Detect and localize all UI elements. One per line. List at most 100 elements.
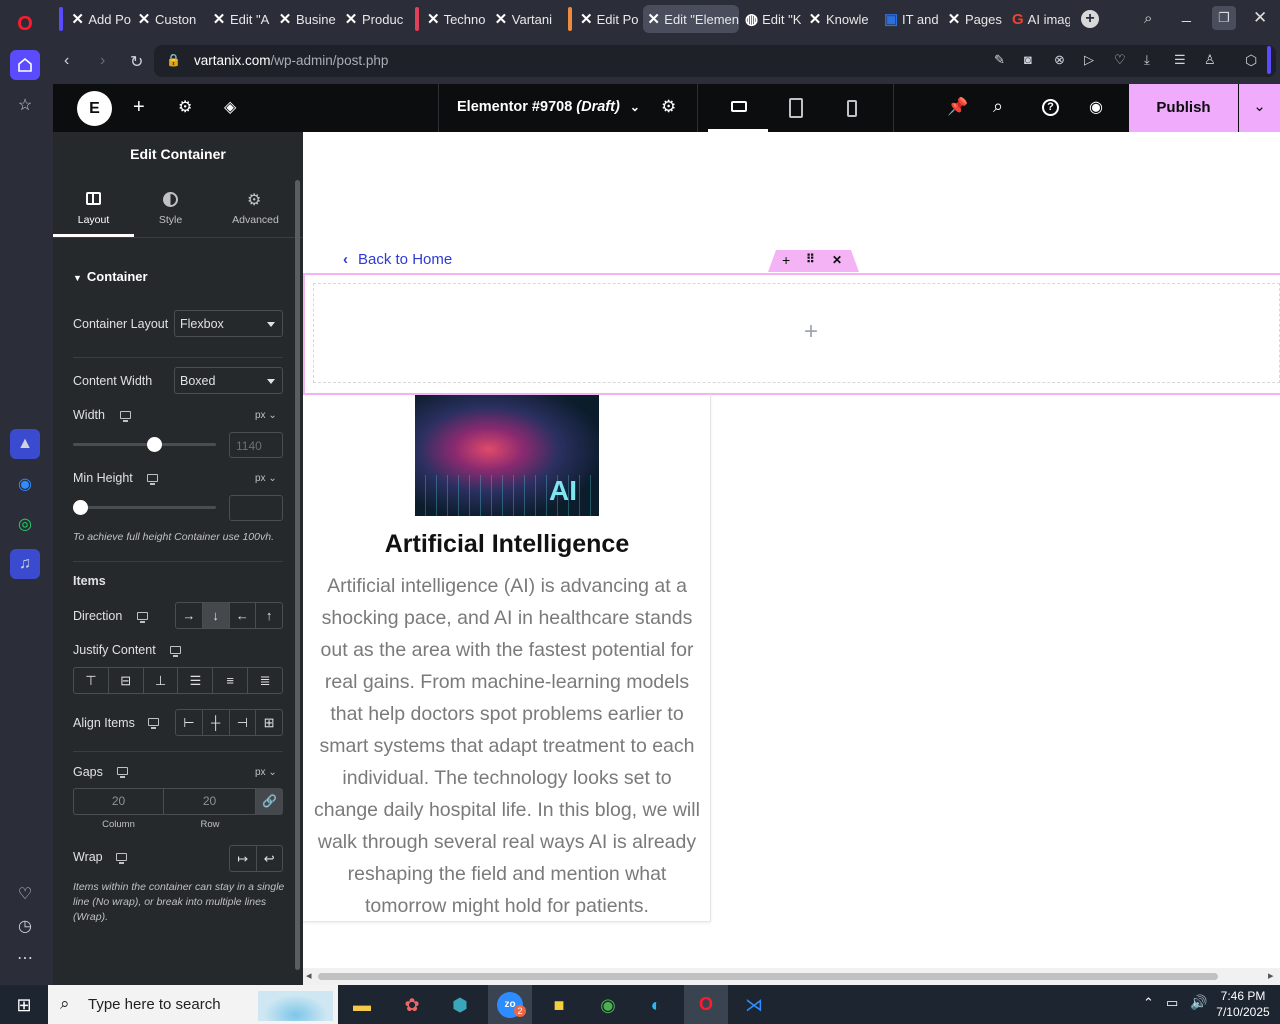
empty-container-dropzone[interactable]: + (313, 283, 1280, 383)
content-width-select[interactable]: Boxed (174, 367, 283, 394)
panel-scrollbar[interactable] (295, 180, 300, 970)
publish-button[interactable]: Publish (1129, 84, 1238, 132)
document-title[interactable]: Elementor #9708 (Draft) ⌄ (457, 99, 640, 115)
responsive-desktop-icon[interactable] (116, 853, 127, 864)
min-height-unit-select[interactable]: px ⌄ (255, 473, 277, 484)
reload-icon[interactable]: ↻ (130, 52, 143, 72)
history-icon[interactable]: ◷ (10, 911, 40, 941)
tab-2[interactable]: ✕ Edit "A (208, 5, 273, 33)
heart-icon[interactable]: ♡ (10, 879, 40, 909)
justify-start-icon[interactable]: ⊤ (74, 668, 109, 693)
help-icon[interactable]: ? (1042, 99, 1059, 116)
site-settings-icon[interactable]: ⚙ (178, 97, 192, 117)
section-toggle-container[interactable]: ▼ Container (73, 269, 148, 284)
gap-row-input[interactable]: 20 (164, 788, 256, 815)
post-excerpt[interactable]: Artificial intelligence (AI) is advancin… (303, 570, 711, 922)
add-widget-plus-icon[interactable]: + (804, 318, 818, 346)
volume-icon[interactable]: 🔊 (1190, 994, 1207, 1011)
file-explorer-icon[interactable]: ▬ (344, 989, 380, 1021)
drag-handle-icon[interactable]: ⠿ (806, 252, 815, 266)
favorite-heart-icon[interactable]: ♡ (1114, 52, 1126, 68)
sticky-notes-icon[interactable]: ■ (541, 989, 577, 1021)
link-values-icon[interactable]: 🔗 (256, 788, 283, 815)
ai-brain-image[interactable]: AI (415, 395, 599, 516)
gaps-unit-select[interactable]: px ⌄ (255, 767, 277, 778)
responsive-desktop-icon[interactable] (170, 646, 181, 657)
canvas-horizontal-scrollbar[interactable]: ◂ ▸ (303, 968, 1280, 985)
tab-advanced[interactable]: ⚙ Advanced (213, 182, 298, 237)
more-icon[interactable]: ⋯ (10, 943, 40, 973)
tab-12[interactable]: ✕ Pages (943, 5, 1003, 33)
min-height-slider-track[interactable] (73, 506, 216, 509)
min-height-input[interactable] (229, 495, 283, 521)
opera-logo-icon[interactable]: O (10, 9, 40, 39)
zoom-app-icon[interactable]: zo 2 (488, 985, 532, 1024)
music-icon[interactable]: ♫ (10, 549, 40, 579)
direction-column-reverse-button[interactable]: ↑ (256, 603, 282, 628)
post-heading[interactable]: Artificial Intelligence (303, 530, 711, 559)
publish-options-chevron-icon[interactable]: ⌄ (1239, 84, 1280, 132)
tab-layout[interactable]: Layout (53, 182, 134, 237)
width-slider-track[interactable] (73, 443, 216, 446)
tab-11[interactable]: ▣ IT and (880, 5, 938, 33)
tab-9[interactable]: ◍ Edit "K (741, 5, 801, 33)
tab-style[interactable]: Style (134, 182, 207, 237)
direction-row-button[interactable]: → (176, 603, 203, 628)
justify-center-icon[interactable]: ⊟ (109, 668, 144, 693)
tab-3[interactable]: ✕ Busine (274, 5, 336, 33)
tab-search-icon[interactable]: ⌕ (1144, 10, 1152, 27)
elementor-logo-icon[interactable]: E (77, 91, 112, 126)
easy-setup-icon[interactable]: ☰ (1174, 52, 1186, 68)
gap-column-input[interactable]: 20 (73, 788, 164, 815)
clock[interactable]: 7:46 PM 7/10/2025 (1212, 988, 1274, 1020)
edit-icon[interactable]: ✎ (994, 52, 1005, 68)
camera-icon[interactable]: ◙ (1024, 52, 1032, 67)
network-icon[interactable]: ▭ (1166, 995, 1178, 1011)
justify-end-icon[interactable]: ⊥ (144, 668, 179, 693)
container-layout-select[interactable]: Flexbox (174, 310, 283, 337)
justify-space-evenly-icon[interactable]: ≣ (248, 668, 282, 693)
finder-search-icon[interactable]: ⌕ (993, 96, 1003, 117)
selected-container[interactable]: + (303, 273, 1280, 395)
align-end-icon[interactable]: ⊣ (230, 710, 257, 735)
width-slider-thumb[interactable] (147, 437, 162, 452)
star-icon[interactable]: ☆ (10, 90, 40, 120)
align-center-icon[interactable]: ┼ (203, 710, 230, 735)
tab-4[interactable]: ✕ Produc (340, 5, 404, 33)
close-window-button[interactable]: ✕ (1253, 8, 1267, 28)
vscode-icon[interactable]: ⋊ (736, 989, 772, 1021)
preview-eye-icon[interactable]: ◉ (1089, 97, 1103, 117)
tab-6[interactable]: ✕ Vartani (490, 5, 552, 33)
paint-icon[interactable]: ✿ (394, 989, 430, 1021)
chrome-icon[interactable]: ◉ (590, 989, 626, 1021)
responsive-desktop-icon[interactable] (137, 612, 148, 623)
direction-row-reverse-button[interactable]: ← (230, 603, 257, 628)
scrollbar-thumb[interactable] (318, 973, 1218, 980)
url-text[interactable]: vartanix.com/wp-admin/post.php (194, 53, 388, 68)
align-start-icon[interactable]: ⊢ (176, 710, 203, 735)
wrap-icon[interactable]: ↩ (257, 846, 283, 871)
url-box[interactable]: 🔒 vartanix.com/wp-admin/post.php ✎ ◙ ⊗ ▷… (154, 45, 1276, 77)
send-icon[interactable]: ▷ (1084, 52, 1094, 68)
tab-8-active[interactable]: ✕ Edit "Elemen (643, 5, 739, 33)
width-unit-select[interactable]: px ⌄ (255, 410, 277, 421)
tab-10[interactable]: ✕ Knowle (804, 5, 870, 33)
download-icon[interactable]: ⤓ (1144, 52, 1150, 68)
back-icon[interactable]: ‹ (64, 52, 69, 70)
direction-column-button[interactable]: ↓ (202, 603, 230, 628)
min-height-slider-thumb[interactable] (72, 500, 88, 515)
windows-start-icon[interactable]: ⊞ (6, 989, 42, 1021)
desktop-view-button[interactable] (708, 84, 768, 132)
mobile-view-icon[interactable] (847, 100, 857, 117)
page-settings-gear-icon[interactable]: ⚙ (661, 97, 676, 117)
show-hidden-icons-chevron[interactable]: ⌃ (1143, 995, 1154, 1011)
minimize-button[interactable]: _ (1182, 6, 1191, 24)
tab-1[interactable]: ✕ Custon (133, 5, 203, 33)
justify-space-between-icon[interactable]: ☰ (178, 668, 214, 693)
delete-container-icon[interactable]: ✕ (832, 253, 842, 267)
app-hex-icon[interactable]: ⬢ (442, 989, 478, 1021)
align-stretch-icon[interactable]: ⊞ (256, 710, 282, 735)
home-icon[interactable] (10, 50, 40, 80)
tab-13[interactable]: G AI imag (1008, 5, 1070, 33)
tablet-view-icon[interactable] (789, 98, 803, 118)
